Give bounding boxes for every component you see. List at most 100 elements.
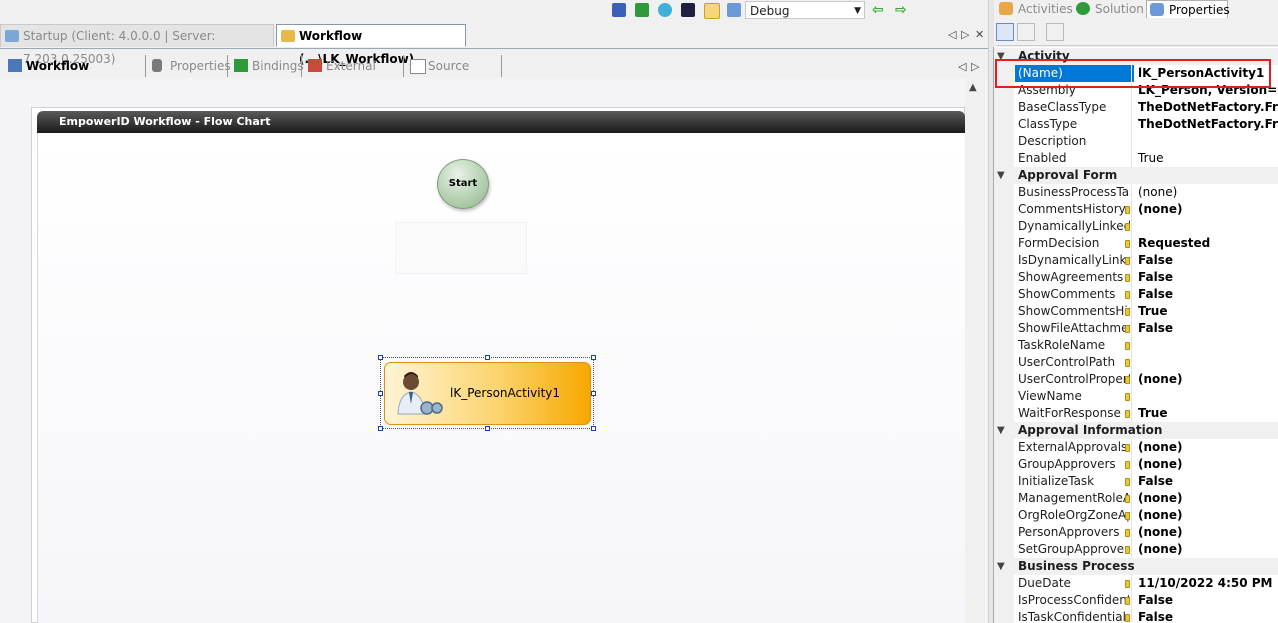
property-row[interactable]: ShowComments False: [994, 286, 1278, 303]
property-value[interactable]: False: [1138, 252, 1173, 269]
sort-alphabetical-icon[interactable]: [1017, 23, 1035, 41]
property-row[interactable]: ExternalApprovals (none): [994, 439, 1278, 456]
property-value[interactable]: TheDotNetFactory.Fr: [1138, 116, 1278, 133]
property-value[interactable]: (none): [1138, 456, 1182, 473]
collapse-icon[interactable]: ▼: [997, 422, 1005, 439]
property-row[interactable]: IsProcessConfidenti False: [994, 592, 1278, 609]
property-value[interactable]: (none): [1138, 541, 1182, 558]
property-value[interactable]: (none): [1138, 439, 1182, 456]
collapse-icon[interactable]: ▼: [997, 167, 1005, 184]
bind-icon[interactable]: [1125, 206, 1130, 214]
tab-startup[interactable]: Startup (Client: 4.0.0.0 | Server: 7.203…: [0, 24, 274, 66]
property-row[interactable]: DueDate 11/10/2022 4:50 PM: [994, 575, 1278, 592]
scroll-up-icon[interactable]: ▲: [969, 82, 977, 93]
bind-icon[interactable]: [1125, 342, 1130, 350]
tab-source-code[interactable]: Source Code: [406, 55, 502, 95]
resize-handle[interactable]: [591, 426, 596, 431]
tab-solution[interactable]: Solution: [1073, 0, 1145, 18]
tab-properties-panel[interactable]: Properties: [1146, 0, 1230, 18]
property-row[interactable]: FormDecision Requested: [994, 235, 1278, 252]
property-row[interactable]: Description: [994, 133, 1278, 150]
bind-icon[interactable]: [1125, 257, 1130, 265]
property-value[interactable]: (none): [1138, 184, 1177, 201]
property-value[interactable]: False: [1138, 286, 1173, 303]
save-icon[interactable]: [612, 3, 626, 17]
property-value[interactable]: False: [1138, 473, 1173, 490]
bind-icon[interactable]: [1125, 495, 1130, 503]
property-row[interactable]: ViewName: [994, 388, 1278, 405]
property-value[interactable]: TheDotNetFactory.Fr: [1138, 99, 1278, 116]
property-row[interactable]: GroupApprovers (none): [994, 456, 1278, 473]
check-icon[interactable]: [635, 3, 649, 17]
property-row[interactable]: ShowCommentsHis True: [994, 303, 1278, 320]
property-row[interactable]: UserControlPath: [994, 354, 1278, 371]
property-row[interactable]: IsDynamicallyLinke False: [994, 252, 1278, 269]
property-value[interactable]: False: [1138, 592, 1173, 609]
property-row[interactable]: ShowFileAttachmen False: [994, 320, 1278, 337]
property-row[interactable]: IsTaskConfidential False: [994, 609, 1278, 623]
resize-handle[interactable]: [591, 355, 596, 360]
property-row[interactable]: Enabled True: [994, 150, 1278, 167]
bind-icon[interactable]: [1125, 410, 1130, 418]
property-pages-icon[interactable]: [1046, 23, 1064, 41]
property-row[interactable]: CommentsHistory (none): [994, 201, 1278, 218]
property-value[interactable]: (none): [1138, 201, 1182, 218]
build-config-select[interactable]: Debug ▼: [745, 1, 865, 19]
bind-icon[interactable]: [1125, 274, 1130, 282]
property-category[interactable]: ▼ Approval Form: [994, 167, 1278, 184]
property-value[interactable]: False: [1138, 320, 1173, 337]
property-value[interactable]: False: [1138, 609, 1173, 623]
resize-handle[interactable]: [378, 391, 383, 396]
property-category[interactable]: ▼ Approval Information: [994, 422, 1278, 439]
resize-handle[interactable]: [485, 355, 490, 360]
property-row[interactable]: WaitForResponse True: [994, 405, 1278, 422]
back-arrow-icon[interactable]: ⇦: [872, 2, 884, 18]
tab-workflow[interactable]: Workflow (...\LK_Workflow): [276, 24, 466, 66]
bind-icon[interactable]: [1125, 444, 1130, 452]
property-value[interactable]: True: [1138, 405, 1167, 422]
bind-icon[interactable]: [1125, 461, 1130, 469]
bind-icon[interactable]: [1125, 308, 1130, 316]
tab-external-rules[interactable]: External Rules: [304, 55, 404, 95]
categorized-icon[interactable]: [996, 23, 1014, 41]
collapse-icon[interactable]: ▼: [997, 558, 1005, 575]
tab-scroll-left-icon[interactable]: ◁: [948, 28, 956, 41]
bind-icon[interactable]: [1125, 580, 1130, 588]
resize-handle[interactable]: [485, 426, 490, 431]
property-value[interactable]: True: [1138, 150, 1164, 167]
bind-icon[interactable]: [1125, 291, 1130, 299]
bind-icon[interactable]: [1125, 546, 1130, 554]
tab-bindings[interactable]: Bindings: [230, 55, 304, 77]
tab-workflow-designer[interactable]: Workflow Designer: [4, 55, 146, 95]
start-node[interactable]: Start: [437, 159, 489, 209]
property-row[interactable]: PersonApprovers (none): [994, 524, 1278, 541]
property-row[interactable]: UserControlPropert (none): [994, 371, 1278, 388]
property-row[interactable]: ShowAgreements False: [994, 269, 1278, 286]
forward-arrow-icon[interactable]: ⇨: [895, 2, 907, 18]
property-row[interactable]: SetGroupApprover (none): [994, 541, 1278, 558]
close-icon[interactable]: ✕: [975, 28, 984, 41]
property-value[interactable]: Requested: [1138, 235, 1210, 252]
tab-properties[interactable]: Properties: [148, 55, 231, 77]
visual-studio-icon[interactable]: [681, 3, 695, 17]
bind-icon[interactable]: [1125, 325, 1130, 333]
subtab-scroll-left-icon[interactable]: ◁: [958, 60, 966, 73]
property-value[interactable]: 11/10/2022 4:50 PM: [1138, 575, 1273, 592]
property-value[interactable]: (none): [1138, 524, 1182, 541]
bind-icon[interactable]: [1125, 359, 1130, 367]
bind-icon[interactable]: [1125, 478, 1130, 486]
run-icon[interactable]: [658, 3, 672, 17]
bind-icon[interactable]: [1125, 512, 1130, 520]
tab-activities[interactable]: Activities: [996, 0, 1073, 18]
property-row[interactable]: BusinessProcessTas (none): [994, 184, 1278, 201]
bind-icon[interactable]: [1125, 223, 1130, 231]
windows-icon[interactable]: [727, 3, 741, 17]
property-row[interactable]: OrgRoleOrgZoneAp (none): [994, 507, 1278, 524]
tab-scroll-right-icon[interactable]: ▷: [961, 28, 969, 41]
property-row[interactable]: BaseClassType TheDotNetFactory.Fr: [994, 99, 1278, 116]
subtab-scroll-right-icon[interactable]: ▷: [971, 60, 979, 73]
bind-icon[interactable]: [1125, 529, 1130, 537]
bind-icon[interactable]: [1125, 614, 1130, 622]
property-row[interactable]: InitializeTask False: [994, 473, 1278, 490]
resize-handle[interactable]: [378, 426, 383, 431]
